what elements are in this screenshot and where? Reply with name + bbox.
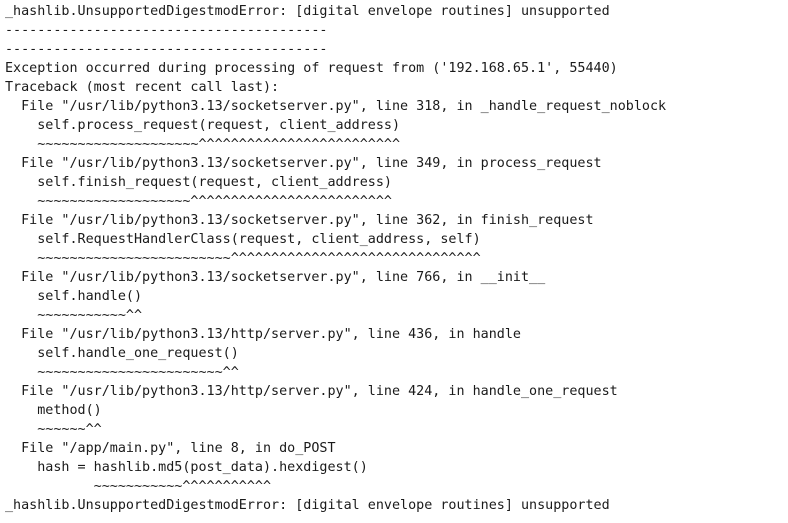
traceback-file-line: File "/app/main.py", line 8, in do_POST [5, 441, 336, 456]
traceback-marker-line: ~~~~~~~~~~~~~~~~~~~~~~~^^ [5, 365, 239, 380]
traceback-file-line: File "/usr/lib/python3.13/http/server.py… [5, 384, 618, 399]
error-message-line: _hashlib.UnsupportedDigestmodError: [dig… [5, 4, 610, 19]
traceback-code-line: hash = hashlib.md5(post_data).hexdigest(… [5, 460, 368, 475]
separator-line: ---------------------------------------- [5, 23, 328, 38]
traceback-code-line: self.process_request(request, client_add… [5, 118, 401, 133]
separator-line: ---------------------------------------- [5, 42, 328, 57]
traceback-file-line: File "/usr/lib/python3.13/socketserver.p… [5, 270, 546, 285]
traceback-header-line: Traceback (most recent call last): [5, 80, 280, 95]
traceback-file-line: File "/usr/lib/python3.13/http/server.py… [5, 327, 521, 342]
traceback-file-line: File "/usr/lib/python3.13/socketserver.p… [5, 213, 594, 228]
traceback-marker-line: ~~~~~~^^ [5, 422, 102, 437]
traceback-file-line: File "/usr/lib/python3.13/socketserver.p… [5, 156, 602, 171]
traceback-code-line: self.finish_request(request, client_addr… [5, 175, 392, 190]
traceback-file-line: File "/usr/lib/python3.13/socketserver.p… [5, 99, 667, 114]
traceback-marker-line: ~~~~~~~~~~~^^^^^^^^^^^ [5, 479, 272, 494]
traceback-code-line: self.RequestHandlerClass(request, client… [5, 232, 481, 247]
traceback-marker-line: ~~~~~~~~~~~~~~~~~~~^^^^^^^^^^^^^^^^^^^^^… [5, 194, 392, 209]
traceback-marker-line: ~~~~~~~~~~~~~~~~~~~~~~~~^^^^^^^^^^^^^^^^… [5, 251, 481, 266]
traceback-code-line: method() [5, 403, 102, 418]
traceback-code-line: self.handle() [5, 289, 143, 304]
traceback-code-line: self.handle_one_request() [5, 346, 239, 361]
exception-header-line: Exception occurred during processing of … [5, 61, 618, 76]
terminal-output[interactable]: _hashlib.UnsupportedDigestmodError: [dig… [0, 0, 788, 523]
traceback-marker-line: ~~~~~~~~~~~~~~~~~~~~^^^^^^^^^^^^^^^^^^^^… [5, 137, 401, 152]
traceback-marker-line: ~~~~~~~~~~~^^ [5, 308, 143, 323]
error-message-line: _hashlib.UnsupportedDigestmodError: [dig… [5, 498, 610, 513]
